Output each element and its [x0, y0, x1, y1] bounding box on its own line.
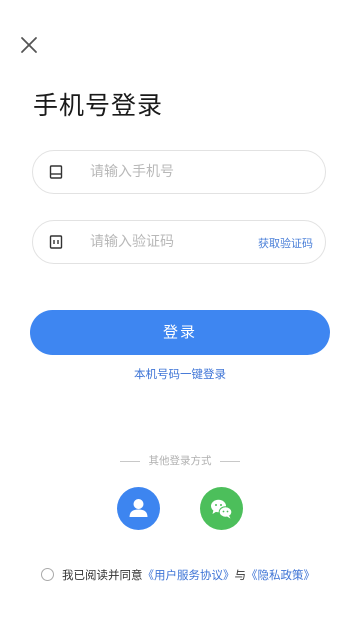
- phone-input[interactable]: [90, 151, 270, 193]
- code-field[interactable]: 获取验证码: [32, 220, 326, 264]
- agreement-connector: 与: [234, 568, 247, 582]
- one-key-login-link[interactable]: 本机号码一键登录: [0, 366, 360, 382]
- close-button[interactable]: [18, 34, 40, 56]
- user-icon: [129, 499, 148, 517]
- phone-field[interactable]: [32, 150, 326, 194]
- sim-card-icon: [49, 235, 63, 249]
- divider-right: [219, 460, 240, 462]
- account-login-button[interactable]: [117, 487, 160, 530]
- privacy-policy-link[interactable]: 《隐私政策》: [246, 568, 315, 582]
- page-title: 手机号登录: [33, 91, 164, 120]
- agreement-row: 我已阅读并同意《用户服务协议》与《隐私政策》: [41, 567, 315, 583]
- code-input[interactable]: [90, 221, 270, 263]
- agreement-checkbox[interactable]: [41, 568, 54, 581]
- other-login-label: 其他登录方式: [148, 455, 212, 467]
- wechat-login-button[interactable]: [200, 487, 243, 530]
- close-icon: [21, 37, 37, 53]
- user-agreement-link[interactable]: 《用户服务协议》: [143, 568, 235, 582]
- divider-left: [120, 460, 141, 462]
- phone-icon: [49, 165, 63, 179]
- agreement-prefix: 我已阅读并同意: [62, 568, 143, 582]
- wechat-icon: [211, 499, 233, 519]
- get-code-button[interactable]: 获取验证码: [258, 235, 313, 251]
- other-login-title: 其他登录方式: [0, 453, 360, 468]
- login-button[interactable]: 登录: [30, 310, 330, 355]
